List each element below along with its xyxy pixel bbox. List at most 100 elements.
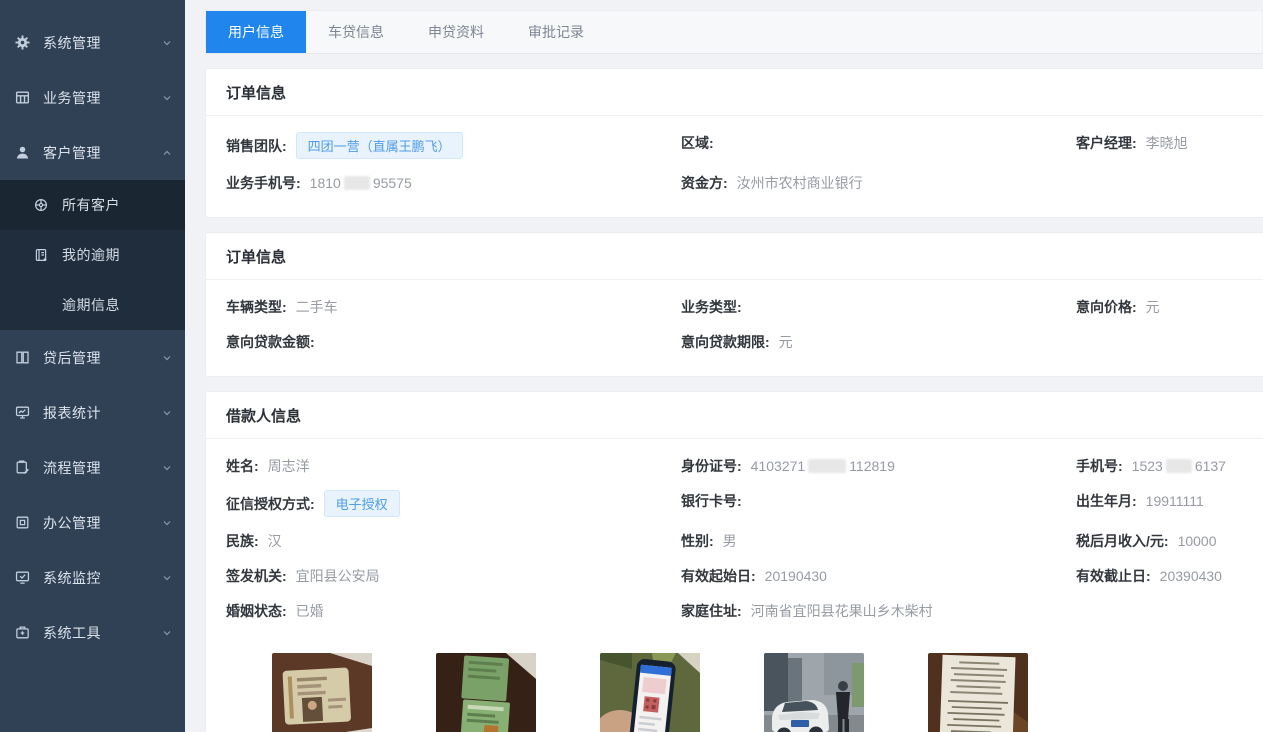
sidebar-item-post-loan-management[interactable]: 贷后管理 (0, 330, 185, 385)
field-value: 河南省宜阳县花果山乡木柴村 (751, 601, 933, 621)
photo-item: 身份证照片 (436, 653, 536, 732)
sidebar-item-system-management[interactable]: 系统管理 (0, 15, 185, 70)
field-vehicle-type: 车辆类型:二手车 (226, 296, 681, 318)
field-value: 已婚 (296, 601, 324, 621)
field-label: 民族: (226, 531, 259, 551)
sidebar-item-overdue-info[interactable]: 逾期信息 (0, 280, 185, 330)
sidebar-item-process-management[interactable]: 流程管理 (0, 440, 185, 495)
field-label: 客户经理: (1076, 133, 1137, 153)
field-valid-from: 有效起始日: 20190430 (681, 565, 1076, 587)
tab-approval-records[interactable]: 审批记录 (506, 11, 606, 53)
field-value: 宜阳县公安局 (296, 566, 380, 586)
sidebar-item-report-statistics[interactable]: 报表统计 (0, 385, 185, 440)
sidebar-item-customer-management[interactable]: 客户管理 (0, 125, 185, 180)
field-id-number: 身份证号:4103271112819 (681, 455, 1076, 477)
card-order-info-2: 订单信息车辆类型:二手车业务类型:意向价格:元意向贷款金额:意向贷款期限:元 (205, 232, 1263, 377)
field-value: 元 (1146, 297, 1160, 317)
field-label: 车辆类型: (226, 297, 287, 317)
field-value: 19911111 (1146, 493, 1204, 509)
chevron-down-icon (161, 407, 173, 419)
monitor-check-icon (14, 569, 31, 586)
sidebar-item-label: 系统工具 (43, 623, 161, 643)
card-body: 销售团队:四团一营（直属王鹏飞）区域:客户经理:李晓旭业务手机号:1810955… (206, 116, 1263, 217)
field-label: 税后月收入/元: (1076, 531, 1169, 551)
card-body: 姓名:周志洋身份证号:4103271112819手机号:15236137征信授权… (206, 439, 1263, 732)
person-car-photo[interactable] (764, 653, 864, 732)
field-gender: 性别:男 (681, 530, 1076, 552)
field-bank-card: 银行卡号: (681, 490, 1076, 512)
toolbox-icon (14, 624, 31, 641)
field-label: 有效起始日: (681, 566, 756, 586)
field-value: 汉 (268, 531, 282, 551)
info-row: 销售团队: 四团一营（直属王鹏飞） 区域:客户经理: 李晓旭 (226, 126, 1243, 166)
field-home-address: 家庭住址:河南省宜阳县花果山乡木柴村 (681, 600, 1076, 622)
field-value-prefix: 4103271 (751, 458, 806, 474)
info-row: 车辆类型:二手车业务类型: 意向价格: 元 (226, 290, 1243, 325)
tag-sales-team[interactable]: 四团一营（直属王鹏飞） (296, 132, 463, 159)
field-label: 银行卡号: (681, 491, 742, 511)
field-label: 性别: (681, 531, 714, 551)
notebook-icon (33, 247, 49, 263)
app-root: 系统管理业务管理客户管理所有客户我的逾期逾期信息贷后管理报表统计流程管理办公管理… (0, 0, 1263, 732)
field-marital-status: 婚姻状态: 已婚 (226, 600, 681, 622)
icon-spacer (33, 297, 49, 313)
sidebar-item-label: 业务管理 (43, 88, 161, 108)
field-region: 区域: (681, 132, 1076, 154)
field-ethnicity: 民族: 汉 (226, 530, 681, 552)
field-label: 姓名: (226, 456, 259, 476)
sidebar-item-all-customers[interactable]: 所有客户 (0, 180, 185, 230)
field-label: 意向贷款金额: (226, 332, 315, 352)
license-booklet-photo[interactable] (436, 653, 536, 732)
field-funder: 资金方:汝州市农村商业银行 (681, 172, 1076, 194)
id-card-photo[interactable] (272, 653, 372, 732)
field-value: 10000 (1178, 533, 1217, 549)
info-row: 民族: 汉 性别:男税后月收入/元: 10000 (226, 524, 1243, 559)
sidebar-item-label: 报表统计 (43, 403, 161, 423)
field-value: 20390430 (1160, 568, 1222, 584)
sidebar-item-system-monitor[interactable]: 系统监控 (0, 550, 185, 605)
field-label: 销售团队: (226, 136, 287, 156)
sidebar-item-business-management[interactable]: 业务管理 (0, 70, 185, 125)
field-credit-auth-method: 征信授权方式:电子授权 (226, 490, 681, 517)
tab-user-info[interactable]: 用户信息 (206, 11, 306, 53)
card-title: 订单信息 (206, 233, 1263, 280)
sidebar: 系统管理业务管理客户管理所有客户我的逾期逾期信息贷后管理报表统计流程管理办公管理… (0, 0, 185, 732)
card-title: 订单信息 (206, 69, 1263, 116)
field-birth-date: 出生年月:19911111 (1076, 490, 1243, 512)
sidebar-item-label: 系统监控 (43, 568, 161, 588)
office-icon (14, 514, 31, 531)
field-label: 手机号: (1076, 456, 1123, 476)
sidebar-item-office-management[interactable]: 办公管理 (0, 495, 185, 550)
tag-credit-auth-method[interactable]: 电子授权 (324, 490, 400, 517)
sidebar-item-label: 系统管理 (43, 33, 161, 53)
sidebar-subitem-label: 逾期信息 (62, 295, 185, 315)
card-body: 车辆类型:二手车业务类型: 意向价格: 元意向贷款金额: 意向贷款期限: 元 (206, 280, 1263, 376)
field-label: 意向价格: (1076, 297, 1137, 317)
field-label: 业务类型: (681, 297, 742, 317)
sidebar-item-label: 客户管理 (43, 143, 161, 163)
chevron-up-icon (161, 147, 173, 159)
info-row: 征信授权方式:电子授权银行卡号: 出生年月:19911111 (226, 484, 1243, 524)
redacted-text (344, 176, 370, 190)
sidebar-item-my-overdue[interactable]: 我的逾期 (0, 230, 185, 280)
field-label: 婚姻状态: (226, 601, 287, 621)
card-borrower-info: 借款人信息姓名:周志洋身份证号:4103271112819手机号:1523613… (205, 391, 1263, 732)
field-value: 20190430 (765, 568, 827, 584)
field-label: 意向贷款期限: (681, 332, 770, 352)
tab-loan-docs[interactable]: 申贷资料 (406, 11, 506, 53)
chevron-down-icon (161, 352, 173, 364)
sidebar-item-system-tools[interactable]: 系统工具 (0, 605, 185, 660)
chevron-down-icon (161, 517, 173, 529)
field-value: 李晓旭 (1146, 133, 1188, 153)
field-valid-until: 有效截止日:20390430 (1076, 565, 1243, 587)
chevron-down-icon (161, 572, 173, 584)
card-title: 借款人信息 (206, 392, 1263, 439)
auth-screenshot-photo[interactable] (600, 653, 700, 732)
field-intended-loan-amount: 意向贷款金额: (226, 331, 681, 353)
field-label: 资金方: (681, 173, 728, 193)
tab-car-loan-info[interactable]: 车贷信息 (306, 11, 406, 53)
document-photo[interactable] (928, 653, 1028, 732)
field-business-type: 业务类型: (681, 296, 1076, 318)
tabs-row: 用户信息车贷信息申贷资料审批记录 (205, 10, 1263, 54)
sidebar-subitem-label: 我的逾期 (62, 245, 185, 265)
